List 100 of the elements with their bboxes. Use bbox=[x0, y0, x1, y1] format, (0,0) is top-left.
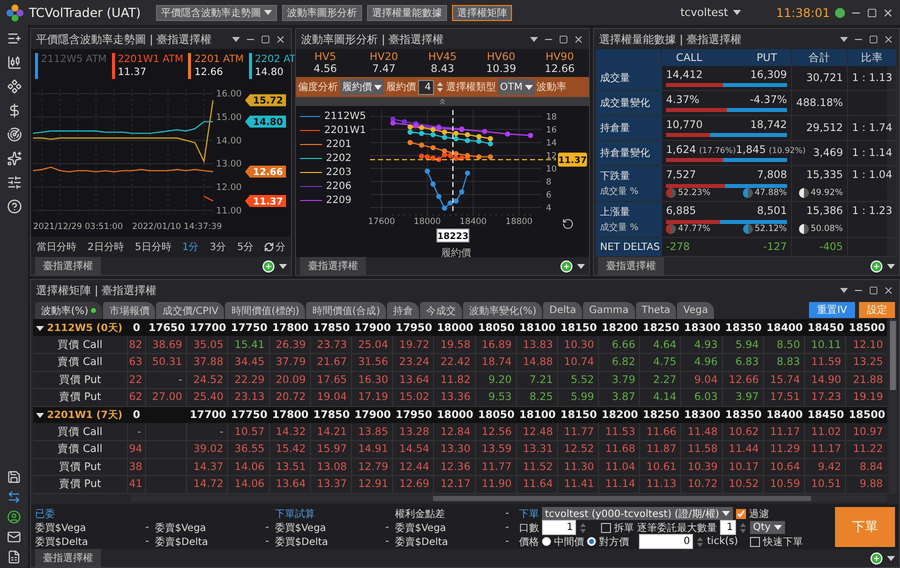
interval-button[interactable]: 5分 bbox=[235, 240, 256, 254]
table-cell: 19.58 bbox=[434, 336, 476, 354]
checkbox[interactable] bbox=[601, 522, 611, 532]
mode-select[interactable]: 履約價 bbox=[340, 79, 384, 95]
maximize-icon[interactable] bbox=[869, 34, 878, 44]
checkbox[interactable] bbox=[750, 536, 760, 546]
strike-count-field[interactable]: 4 bbox=[418, 80, 434, 94]
interval-button[interactable]: 1分 bbox=[180, 240, 201, 254]
radar-icon[interactable] bbox=[6, 127, 22, 142]
close-icon[interactable] bbox=[275, 34, 286, 44]
interval-button[interactable]: 當日分時 bbox=[34, 240, 78, 254]
menu-button[interactable]: 平價隱含波動率走勢圖 bbox=[156, 4, 277, 20]
maximize-icon[interactable] bbox=[261, 34, 270, 44]
close-icon[interactable] bbox=[573, 34, 584, 44]
radio-button[interactable] bbox=[587, 537, 596, 546]
table-cell: 5.94 bbox=[722, 336, 764, 354]
scrollbar[interactable] bbox=[889, 319, 897, 494]
table-cell: 15.41 bbox=[228, 336, 270, 354]
candlestick-icon[interactable] bbox=[6, 55, 22, 70]
menu-button[interactable]: 波動率圖形分析 bbox=[282, 4, 362, 20]
checkbox[interactable] bbox=[736, 508, 746, 518]
strike-header: 18000 bbox=[434, 319, 476, 336]
max-quantity-field[interactable]: 1 bbox=[720, 520, 736, 535]
footer-tab[interactable]: 臺指選擇權 bbox=[35, 257, 101, 275]
menu-button[interactable]: 選擇權矩陣 bbox=[452, 4, 512, 20]
table-cell: 27.00 bbox=[146, 388, 187, 406]
spinner-icon[interactable] bbox=[436, 81, 444, 93]
maximize-icon[interactable] bbox=[559, 34, 568, 44]
close-icon[interactable] bbox=[883, 284, 894, 296]
tab[interactable]: Theta bbox=[636, 302, 676, 319]
caret-icon[interactable] bbox=[887, 556, 895, 560]
user-name[interactable]: tcvoltest bbox=[680, 6, 728, 19]
reset-icon[interactable] bbox=[564, 220, 572, 228]
data-point bbox=[464, 170, 470, 176]
tab[interactable]: 時間價值(標的) bbox=[225, 302, 306, 319]
reset-button[interactable]: 重置IV bbox=[809, 302, 855, 318]
interval-button[interactable]: 3分 bbox=[208, 240, 228, 254]
tab[interactable]: 波動率(%) bbox=[35, 302, 102, 319]
help-icon[interactable] bbox=[6, 199, 22, 214]
strike-header: 17750 bbox=[228, 319, 270, 336]
list-add-icon[interactable] bbox=[6, 31, 22, 46]
tab[interactable]: Gamma bbox=[583, 302, 635, 319]
add-icon[interactable] bbox=[560, 260, 573, 272]
arrows-icon[interactable] bbox=[7, 490, 21, 504]
expiry-group-header[interactable]: 2112W5 (0天) bbox=[33, 319, 128, 336]
caret-icon[interactable] bbox=[840, 36, 848, 42]
caret-icon[interactable] bbox=[733, 10, 742, 15]
caret-icon[interactable] bbox=[232, 36, 240, 42]
sparkles-icon[interactable] bbox=[6, 151, 22, 166]
tab[interactable]: 市場報價 bbox=[103, 302, 156, 319]
caret-icon[interactable] bbox=[887, 264, 895, 268]
menu-button[interactable]: 選擇權量能數據 bbox=[366, 4, 447, 20]
user-icon[interactable] bbox=[7, 510, 21, 524]
close-icon[interactable] bbox=[883, 34, 894, 44]
maximize-icon[interactable] bbox=[869, 286, 878, 294]
tab[interactable]: 今成交 bbox=[420, 302, 462, 319]
tab[interactable]: 時間價值(合成) bbox=[306, 302, 386, 319]
add-icon[interactable] bbox=[870, 260, 883, 272]
scrollbar[interactable] bbox=[131, 494, 887, 502]
caret-icon[interactable] bbox=[279, 264, 287, 268]
interval-button[interactable]: 分 bbox=[262, 240, 288, 254]
radio-button[interactable] bbox=[542, 537, 551, 546]
ratio-value: 1 : 1.74 bbox=[852, 122, 892, 134]
footer-tab[interactable]: 臺指選擇權 bbox=[598, 257, 664, 275]
table-cell: 9.53 bbox=[475, 388, 516, 406]
save-icon[interactable] bbox=[7, 470, 21, 484]
interval-button[interactable]: 5日分時 bbox=[132, 240, 174, 254]
spreadsheet-icon[interactable] bbox=[7, 550, 21, 564]
diamonds-icon[interactable] bbox=[6, 79, 22, 94]
add-icon[interactable] bbox=[870, 552, 883, 564]
table-cell: 11.29 bbox=[763, 440, 805, 458]
strike-header: 18450 bbox=[804, 406, 846, 423]
caret-icon[interactable] bbox=[840, 288, 848, 292]
summary-label: 委賣$Delta bbox=[395, 536, 448, 548]
sliders-icon[interactable] bbox=[6, 175, 22, 190]
tab[interactable]: 波動率變化(%) bbox=[463, 302, 542, 319]
add-icon[interactable] bbox=[262, 260, 275, 272]
unit-select[interactable]: Qty bbox=[750, 521, 785, 534]
expiry-group-header[interactable]: 2201W1 (7天) bbox=[33, 406, 128, 423]
summary-value: - bbox=[145, 536, 149, 547]
mail-icon[interactable] bbox=[7, 530, 21, 544]
spinner-icon[interactable] bbox=[696, 536, 704, 548]
table-cell: 2.27 bbox=[640, 371, 681, 388]
maximize-icon[interactable] bbox=[867, 8, 877, 18]
type-select[interactable]: OTM bbox=[498, 79, 535, 95]
app-title: TCVolTrader (UAT) bbox=[29, 5, 141, 20]
table-cell: 13.51 bbox=[269, 458, 310, 476]
tab[interactable]: 成交價/CPIV bbox=[156, 302, 224, 319]
tab[interactable]: Vega bbox=[677, 302, 714, 319]
footer-tab[interactable]: 臺指選擇權 bbox=[300, 257, 366, 275]
caret-icon[interactable] bbox=[530, 36, 538, 42]
quantity-field[interactable]: 1 bbox=[542, 520, 576, 535]
tab[interactable]: Delta bbox=[543, 302, 582, 319]
footer-tab[interactable]: 臺指選擇權 bbox=[35, 549, 101, 567]
account-select[interactable]: tcvoltest (y000-tcvoltest) (證/期/權) bbox=[542, 507, 734, 520]
caret-icon[interactable] bbox=[577, 264, 585, 268]
interval-button[interactable]: 2日分時 bbox=[86, 240, 126, 254]
tab[interactable]: 持倉 bbox=[387, 302, 420, 319]
close-icon[interactable] bbox=[882, 6, 894, 18]
tick-field[interactable]: 0 bbox=[639, 534, 693, 549]
